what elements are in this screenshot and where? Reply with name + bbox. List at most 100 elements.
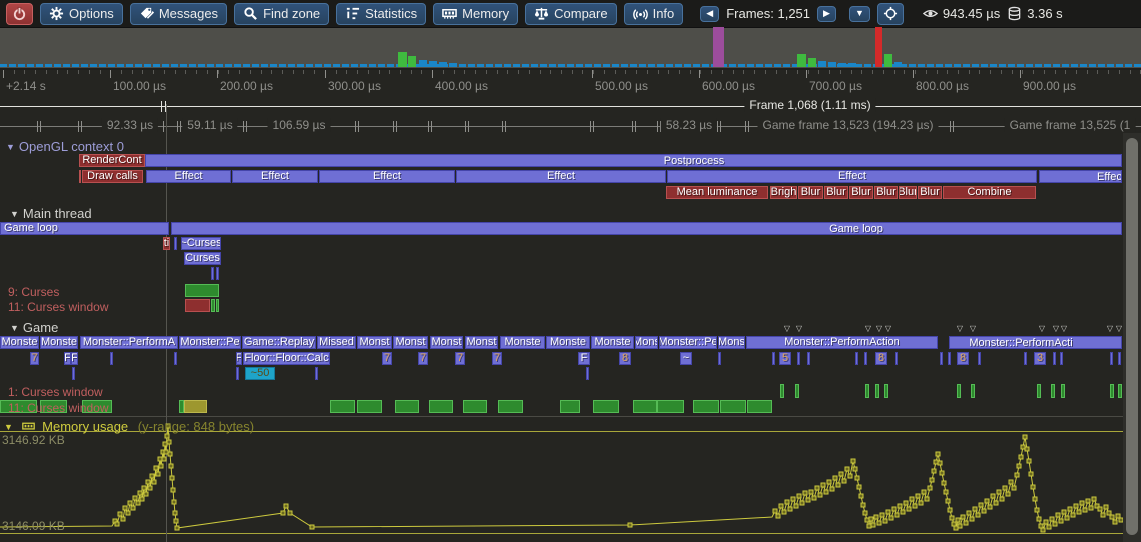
compare-button[interactable]: Compare — [525, 3, 616, 25]
zone-bar[interactable]: Monster::PerformA — [80, 336, 178, 349]
frame-histogram-bar[interactable] — [848, 63, 856, 67]
zone-bar[interactable] — [797, 352, 800, 365]
subframe-label[interactable]: 92.33 µs — [102, 118, 158, 132]
zone-bar[interactable] — [593, 400, 619, 413]
zone-bar[interactable]: Effect — [456, 170, 666, 183]
zone-bar[interactable] — [864, 352, 867, 365]
zone-bar[interactable] — [1037, 384, 1041, 398]
zone-bar[interactable] — [948, 352, 951, 365]
zone-bar[interactable] — [795, 384, 799, 398]
zone-bar[interactable] — [720, 400, 746, 413]
zone-bar[interactable]: Missed — [317, 336, 356, 349]
zone-bar[interactable]: Postprocess — [145, 154, 1122, 167]
messages-button[interactable]: Messages — [130, 3, 227, 25]
zone-bar[interactable]: Game::Replay — [242, 336, 316, 349]
zone-bar[interactable]: Monst — [357, 336, 392, 349]
zone-bar[interactable]: ~Curses — [181, 237, 221, 250]
zone-bar[interactable] — [1118, 352, 1121, 365]
zone-bar[interactable]: Effect — [1039, 170, 1122, 183]
zone-bar[interactable]: Monste — [591, 336, 634, 349]
message-marker-icon[interactable]: ▽ — [1039, 324, 1045, 333]
zone-bar[interactable] — [978, 352, 981, 365]
zone-bar[interactable] — [185, 284, 219, 297]
zone-bar[interactable] — [884, 384, 888, 398]
zone-bar[interactable] — [1118, 384, 1122, 398]
memory-button[interactable]: Memory — [433, 3, 518, 25]
frame-histogram-bar[interactable] — [894, 62, 902, 67]
zone-bar[interactable] — [657, 400, 684, 413]
zone-bar[interactable]: Curses — [184, 252, 221, 265]
zone-bar[interactable]: Monste — [0, 336, 39, 349]
zone-bar[interactable]: 7 — [455, 352, 465, 365]
message-marker-icon[interactable]: ▽ — [784, 324, 790, 333]
message-marker-icon[interactable]: ▽ — [1107, 324, 1113, 333]
zone-bar[interactable] — [1024, 352, 1027, 365]
zone-bar[interactable] — [718, 352, 721, 365]
zone-bar[interactable] — [357, 400, 382, 413]
frame-histogram-bar[interactable] — [797, 54, 806, 67]
zone-bar[interactable]: Mons — [718, 336, 745, 349]
statistics-button[interactable]: Statistics — [336, 3, 426, 25]
zone-bar[interactable] — [211, 299, 215, 312]
zone-bar[interactable] — [498, 400, 523, 413]
frame-histogram-bar[interactable] — [808, 58, 816, 67]
zone-bar[interactable] — [1110, 352, 1113, 365]
subframe-label[interactable]: Game frame 13,523 (194.23 µs) — [758, 118, 939, 132]
message-marker-icon[interactable]: ▽ — [1061, 324, 1067, 333]
zone-bar[interactable]: F — [578, 352, 590, 365]
zone-bar[interactable]: ~50 — [245, 367, 275, 380]
frame-histogram-bar[interactable] — [439, 62, 447, 67]
zone-bar[interactable] — [395, 400, 419, 413]
zone-bar[interactable] — [875, 384, 879, 398]
zone-bar[interactable]: 8 — [875, 352, 887, 365]
zone-bar[interactable]: Effect — [232, 170, 318, 183]
frame-histogram-bar[interactable] — [449, 63, 457, 67]
zone-bar[interactable] — [1060, 352, 1063, 365]
zone-bar[interactable]: Brigh — [770, 186, 797, 199]
zone-bar[interactable] — [807, 352, 810, 365]
message-marker-icon[interactable]: ▽ — [865, 324, 871, 333]
zone-bar[interactable]: RenderCont — [79, 154, 145, 167]
zone-bar[interactable] — [560, 400, 580, 413]
zone-bar[interactable] — [780, 384, 784, 398]
zone-bar[interactable]: Effect — [319, 170, 455, 183]
info-button[interactable]: Info — [624, 3, 684, 25]
zone-bar[interactable]: Mons — [635, 336, 658, 349]
zone-bar[interactable]: Effect — [667, 170, 1037, 183]
zone-bar[interactable] — [747, 400, 772, 413]
zone-bar[interactable]: F — [236, 352, 242, 365]
zone-bar[interactable]: F — [64, 352, 71, 365]
message-marker-icon[interactable]: ▽ — [796, 324, 802, 333]
zone-bar[interactable] — [211, 267, 214, 280]
section-header-game[interactable]: ▼Game — [10, 320, 58, 335]
zone-bar[interactable] — [79, 170, 81, 183]
zone-bar[interactable]: Monste — [500, 336, 545, 349]
zone-bar[interactable]: Monste — [546, 336, 590, 349]
zone-bar[interactable]: 5 — [779, 352, 791, 365]
zone-bar[interactable]: Draw calls — [82, 170, 143, 183]
zone-bar[interactable] — [772, 352, 775, 365]
zone-bar[interactable]: ti — [163, 237, 170, 250]
zone-bar[interactable] — [185, 299, 210, 312]
zone-bar[interactable]: Blur — [849, 186, 873, 199]
zone-bar[interactable]: Floor::Floor::Calc — [243, 352, 330, 365]
zone-bar[interactable] — [330, 400, 355, 413]
frame-histogram-bar[interactable] — [828, 62, 836, 67]
frame-histogram-bar[interactable] — [408, 56, 416, 67]
subframe-label[interactable]: 59.11 µs — [182, 118, 237, 132]
zone-bar[interactable]: Monster::PerformAction — [746, 336, 938, 349]
zone-bar[interactable] — [174, 352, 177, 365]
frame-histogram-bar[interactable] — [429, 61, 437, 67]
zone-bar[interactable]: Monster::PerformActi — [949, 336, 1122, 349]
zone-bar[interactable] — [895, 352, 898, 365]
section-header-main-thread[interactable]: ▼Main thread — [10, 206, 92, 221]
frame-histogram-bar[interactable] — [875, 27, 882, 67]
subframe-label[interactable]: 106.59 µs — [268, 118, 331, 132]
zone-bar[interactable] — [1110, 384, 1114, 398]
zone-bar[interactable] — [940, 352, 943, 365]
zone-bar[interactable]: ~ — [680, 352, 692, 365]
shutdown-button[interactable] — [6, 3, 33, 25]
zone-bar[interactable] — [429, 400, 453, 413]
zone-bar[interactable] — [184, 400, 207, 413]
zone-bar[interactable]: 7 — [30, 352, 39, 365]
